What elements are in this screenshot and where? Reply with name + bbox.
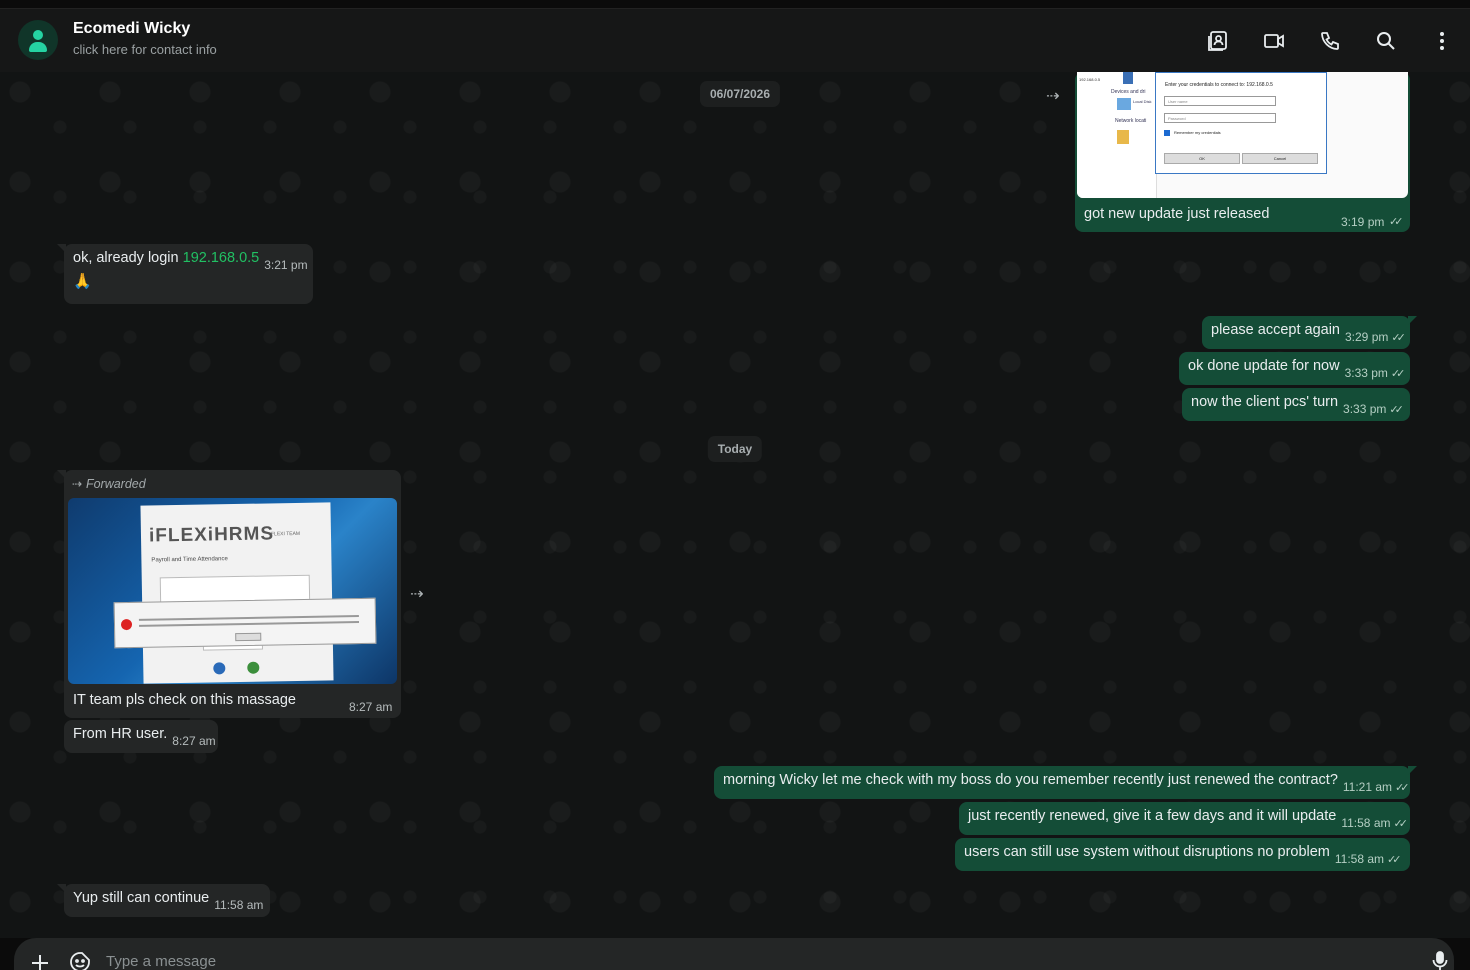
- message-image-thumbnail[interactable]: 192.168.0.5 Devices and dri Local Disk N…: [1077, 72, 1408, 198]
- message-time: 11:21 am: [1342, 780, 1393, 794]
- explorer-sidebar: 192.168.0.5 Devices and dri Local Disk N…: [1077, 72, 1157, 198]
- message-time: 3:29 pm: [1345, 330, 1389, 344]
- pray-emoji-icon: 🙏: [73, 273, 92, 290]
- message-incoming[interactable]: ok, already login 192.168.0.5 3:21 pm 🙏: [57, 244, 313, 304]
- read-ticks-icon: ✓✓: [1389, 404, 1404, 416]
- read-ticks-icon: ✓✓: [1387, 854, 1402, 866]
- error-line: [138, 615, 359, 621]
- message-text: just recently renewed, give it a few day…: [968, 808, 1337, 824]
- message-text: now the client pcs' turn: [1191, 394, 1339, 410]
- message-incoming[interactable]: From HR user. 8:27 am: [64, 720, 218, 753]
- folder-icon: [1123, 72, 1133, 84]
- dialog-prompt: Enter your credentials to connect to: 19…: [1165, 82, 1273, 88]
- message-text: ok done update for now: [1188, 358, 1340, 374]
- forward-icon[interactable]: ⇢: [1046, 86, 1059, 106]
- credentials-dialog: Enter your credentials to connect to: 19…: [1155, 72, 1327, 174]
- hrms-brand: iFLEXiHRMS: [148, 523, 275, 547]
- error-icon: [120, 618, 133, 631]
- menu-icon[interactable]: [1429, 28, 1455, 54]
- explorer-local: Local Disk: [1133, 99, 1152, 104]
- dialog-password: Password: [1164, 113, 1276, 123]
- message-time: 11:58 am: [214, 898, 264, 912]
- message-outgoing[interactable]: morning Wicky let me check with my boss …: [714, 766, 1417, 799]
- error-line: [139, 621, 360, 627]
- explorer-devices: Devices and dri: [1111, 89, 1146, 95]
- message-text: users can still use system without disru…: [964, 844, 1330, 860]
- read-ticks-icon: ✓✓: [1389, 216, 1404, 228]
- ip-link[interactable]: 192.168.0.5: [183, 250, 260, 266]
- hrms-team: FLEXI TEAM: [270, 530, 301, 538]
- message-time: 11:58 am: [1341, 816, 1391, 830]
- message-text: Yup still can continue: [73, 890, 210, 906]
- avatar[interactable]: [18, 20, 58, 60]
- avatar-head: [33, 30, 43, 40]
- hrms-login-icon: [213, 662, 226, 675]
- message-outgoing[interactable]: just recently renewed, give it a few day…: [959, 802, 1410, 835]
- message-time: 8:27 am: [172, 734, 216, 748]
- message-time: 3:33 pm: [1343, 402, 1387, 416]
- error-ok-button: [235, 632, 262, 642]
- read-ticks-icon: ✓✓: [1390, 368, 1406, 380]
- video-call-icon[interactable]: [1261, 28, 1287, 54]
- message-time: 3:19 pm: [1341, 215, 1385, 229]
- contact-info-link[interactable]: click here for contact info: [73, 42, 217, 57]
- microphone-icon[interactable]: [1429, 950, 1451, 970]
- contact-name[interactable]: Ecomedi Wicky: [73, 20, 190, 38]
- search-icon[interactable]: [1373, 28, 1399, 54]
- message-incoming[interactable]: Yup still can continue 11:58 am: [57, 884, 270, 917]
- message-text: From HR user.: [73, 726, 168, 742]
- message-time: 11:58 am: [1334, 852, 1385, 866]
- date-divider: Today: [707, 436, 763, 462]
- avatar-body: [29, 42, 47, 52]
- date-divider: 06/07/2026: [699, 81, 781, 107]
- contact-card-icon[interactable]: [1205, 28, 1231, 54]
- forward-icon[interactable]: ⇢: [410, 584, 423, 604]
- message-outgoing[interactable]: users can still use system without disru…: [955, 838, 1410, 871]
- message-image-thumbnail[interactable]: iFLEXiHRMS FLEXI TEAM Payroll and Time A…: [68, 498, 397, 684]
- message-time: 8:27 am: [349, 700, 393, 714]
- chat-header[interactable]: Ecomedi Wicky click here for contact inf…: [0, 9, 1470, 72]
- dialog-checkbox: [1164, 130, 1170, 136]
- message-time: 3:21 pm: [264, 258, 308, 272]
- forwarded-label: ⇢ Forwarded: [72, 477, 146, 491]
- message-text: please accept again: [1211, 322, 1340, 338]
- message-outgoing[interactable]: please accept again 3:29 pm ✓✓: [1202, 316, 1417, 349]
- hrms-close-icon: [247, 661, 260, 674]
- error-dialog: [113, 597, 377, 649]
- attach-plus-icon[interactable]: [29, 952, 51, 970]
- dialog-username: User name: [1164, 96, 1276, 106]
- message-outgoing[interactable]: ok done update for now 3:33 pm ✓✓: [1179, 352, 1410, 385]
- explorer-ip: 192.168.0.5: [1079, 77, 1101, 82]
- message-text: IT team pls check on this massage: [73, 692, 296, 708]
- window-top-strip: [0, 0, 1470, 9]
- read-ticks-icon: ✓✓: [1393, 818, 1409, 830]
- dialog-remember: Remember my credentials: [1174, 130, 1221, 135]
- sticker-icon[interactable]: [69, 951, 91, 970]
- message-text: ok, already login: [73, 250, 183, 266]
- message-outgoing[interactable]: now the client pcs' turn 3:33 pm ✓✓: [1182, 388, 1410, 421]
- message-text: got new update just released: [1084, 206, 1270, 222]
- dialog-ok: OK: [1164, 153, 1240, 164]
- message-composer[interactable]: [14, 938, 1454, 970]
- voice-call-icon[interactable]: [1317, 28, 1343, 54]
- dialog-cancel: Cancel: [1242, 153, 1318, 164]
- read-ticks-icon: ✓✓: [1395, 782, 1410, 794]
- network-folder-icon: [1117, 130, 1129, 144]
- message-input[interactable]: Type a message: [106, 953, 216, 970]
- explorer-network: Network locati: [1115, 118, 1147, 124]
- message-text: morning Wicky let me check with my boss …: [723, 772, 1338, 788]
- hrms-window: iFLEXiHRMS FLEXI TEAM Payroll and Time A…: [140, 502, 334, 684]
- hrms-tagline: Payroll and Time Attendance: [151, 556, 228, 564]
- read-ticks-icon: ✓✓: [1391, 332, 1406, 344]
- drive-icon: [1117, 98, 1131, 110]
- message-time: 3:33 pm: [1344, 366, 1388, 380]
